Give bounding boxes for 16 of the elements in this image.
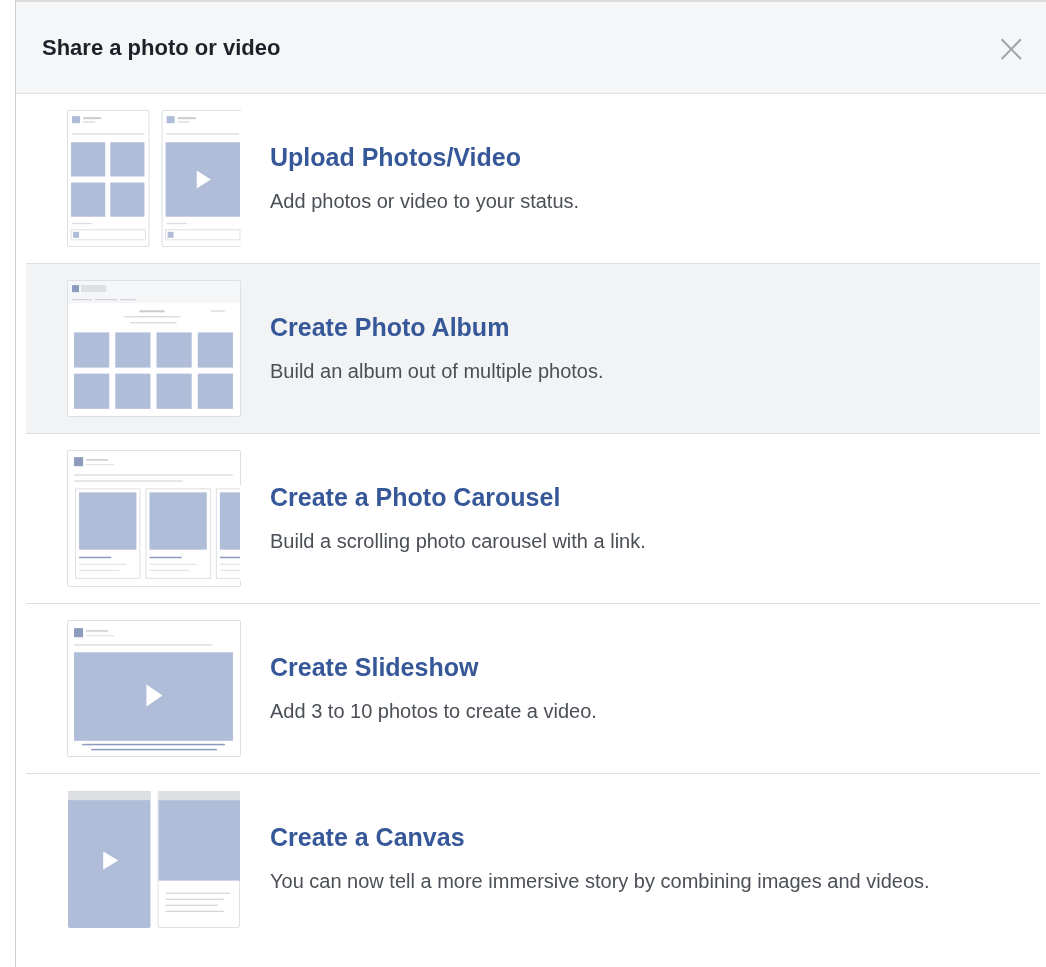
option-description: Build a scrolling photo carousel with a link.: [270, 528, 646, 554]
option-row[interactable]: Create Photo Album Build an album out of multiple photos.: [26, 264, 1040, 434]
option-row[interactable]: Upload Photos/Video Add photos or video to your status.: [26, 94, 1040, 264]
option-description: Build an album out of multiple photos.: [270, 358, 604, 384]
option-title[interactable]: Create a Photo Carousel: [270, 482, 646, 512]
dialog-title: Share a photo or video: [42, 34, 281, 61]
option-row[interactable]: Create a Canvas You can now tell a more immersive story by combining images and videos.: [26, 774, 1040, 943]
option-title[interactable]: Create Slideshow: [270, 652, 597, 682]
option-title[interactable]: Create Photo Album: [270, 312, 604, 342]
option-row[interactable]: Create Slideshow Add 3 to 10 photos to create a video.: [26, 604, 1040, 774]
option-row[interactable]: Create a Photo Carousel Build a scrolling photo carousel with a link.: [26, 434, 1040, 604]
option-description: Add photos or video to your status.: [270, 188, 580, 214]
option-title[interactable]: Create a Canvas: [270, 822, 930, 852]
option-title[interactable]: Upload Photos/Video: [270, 142, 580, 172]
option-description: You can now tell a more immersive story by combining images and videos.: [270, 868, 930, 894]
option-description: Add 3 to 10 photos to create a video.: [270, 698, 597, 724]
